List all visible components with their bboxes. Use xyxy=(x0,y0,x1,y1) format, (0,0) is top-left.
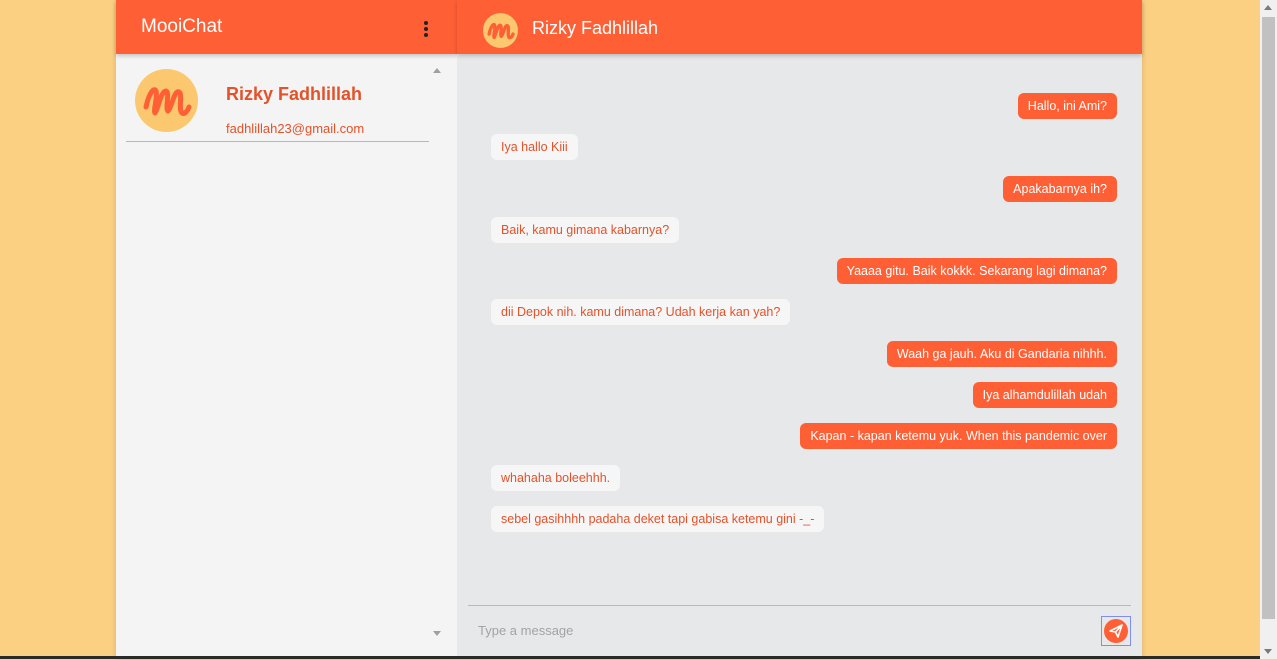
message-list: Hallo, ini Ami? Iya hallo Kiii Apakabarn… xyxy=(457,54,1142,594)
contact-email: fadhlillah23@gmail.com xyxy=(226,121,365,136)
chat-header: Rizky Fadhlillah xyxy=(457,0,1142,54)
scroll-down-arrow-icon[interactable] xyxy=(433,631,441,636)
chat-panel: Rizky Fadhlillah Hallo, ini Ami? Iya hal… xyxy=(457,0,1142,659)
mooichat-logo-icon xyxy=(135,69,198,132)
contact-list-scrollbar[interactable] xyxy=(430,62,445,642)
message-outgoing: Hallo, ini Ami? xyxy=(1017,93,1117,119)
send-icon xyxy=(1104,619,1128,643)
message-incoming: dii Depok nih. kamu dimana? Udah kerja k… xyxy=(491,299,791,325)
message-incoming: Iya hallo Kiii xyxy=(491,134,578,160)
message-incoming: Baik, kamu gimana kabarnya? xyxy=(491,217,680,243)
page-scrollbar[interactable] xyxy=(1260,0,1277,659)
message-outgoing: Waah ga jauh. Aku di Gandaria nihhh. xyxy=(886,341,1117,367)
app-window: MooiChat Rizky Fadhlillah fadhlillah23@g… xyxy=(116,0,1142,659)
scroll-up-arrow-icon[interactable] xyxy=(433,68,441,73)
contact-item[interactable]: Rizky Fadhlillah fadhlillah23@gmail.com xyxy=(126,60,429,142)
contact-name: Rizky Fadhlillah xyxy=(226,84,363,104)
message-outgoing: Apakabarnya ih? xyxy=(1003,176,1117,202)
kebab-menu-icon[interactable] xyxy=(420,20,432,38)
sidebar: MooiChat Rizky Fadhlillah fadhlillah23@g… xyxy=(116,0,457,659)
page-scroll-down-icon[interactable] xyxy=(1264,649,1272,654)
message-composer xyxy=(468,605,1131,660)
app-title: MooiChat xyxy=(141,16,223,37)
sidebar-header: MooiChat xyxy=(116,0,457,54)
send-button[interactable] xyxy=(1101,616,1131,646)
chat-contact-name: Rizky Fadhlillah xyxy=(532,18,659,38)
message-outgoing: Kapan - kapan ketemu yuk. When this pand… xyxy=(800,423,1117,449)
message-outgoing: Yaaaa gitu. Baik kokkk. Sekarang lagi di… xyxy=(836,258,1117,284)
contact-list: Rizky Fadhlillah fadhlillah23@gmail.com xyxy=(116,54,446,659)
page-scroll-thumb[interactable] xyxy=(1262,17,1275,619)
chat-avatar-icon xyxy=(483,13,518,48)
message-input[interactable] xyxy=(468,614,1100,646)
page-scroll-up-icon[interactable] xyxy=(1264,5,1272,10)
message-incoming: sebel gasihhhh padaha deket tapi gabisa … xyxy=(491,506,825,532)
message-outgoing: Iya alhamdulillah udah xyxy=(972,382,1117,408)
message-incoming: whahaha boleehhh. xyxy=(491,465,621,491)
